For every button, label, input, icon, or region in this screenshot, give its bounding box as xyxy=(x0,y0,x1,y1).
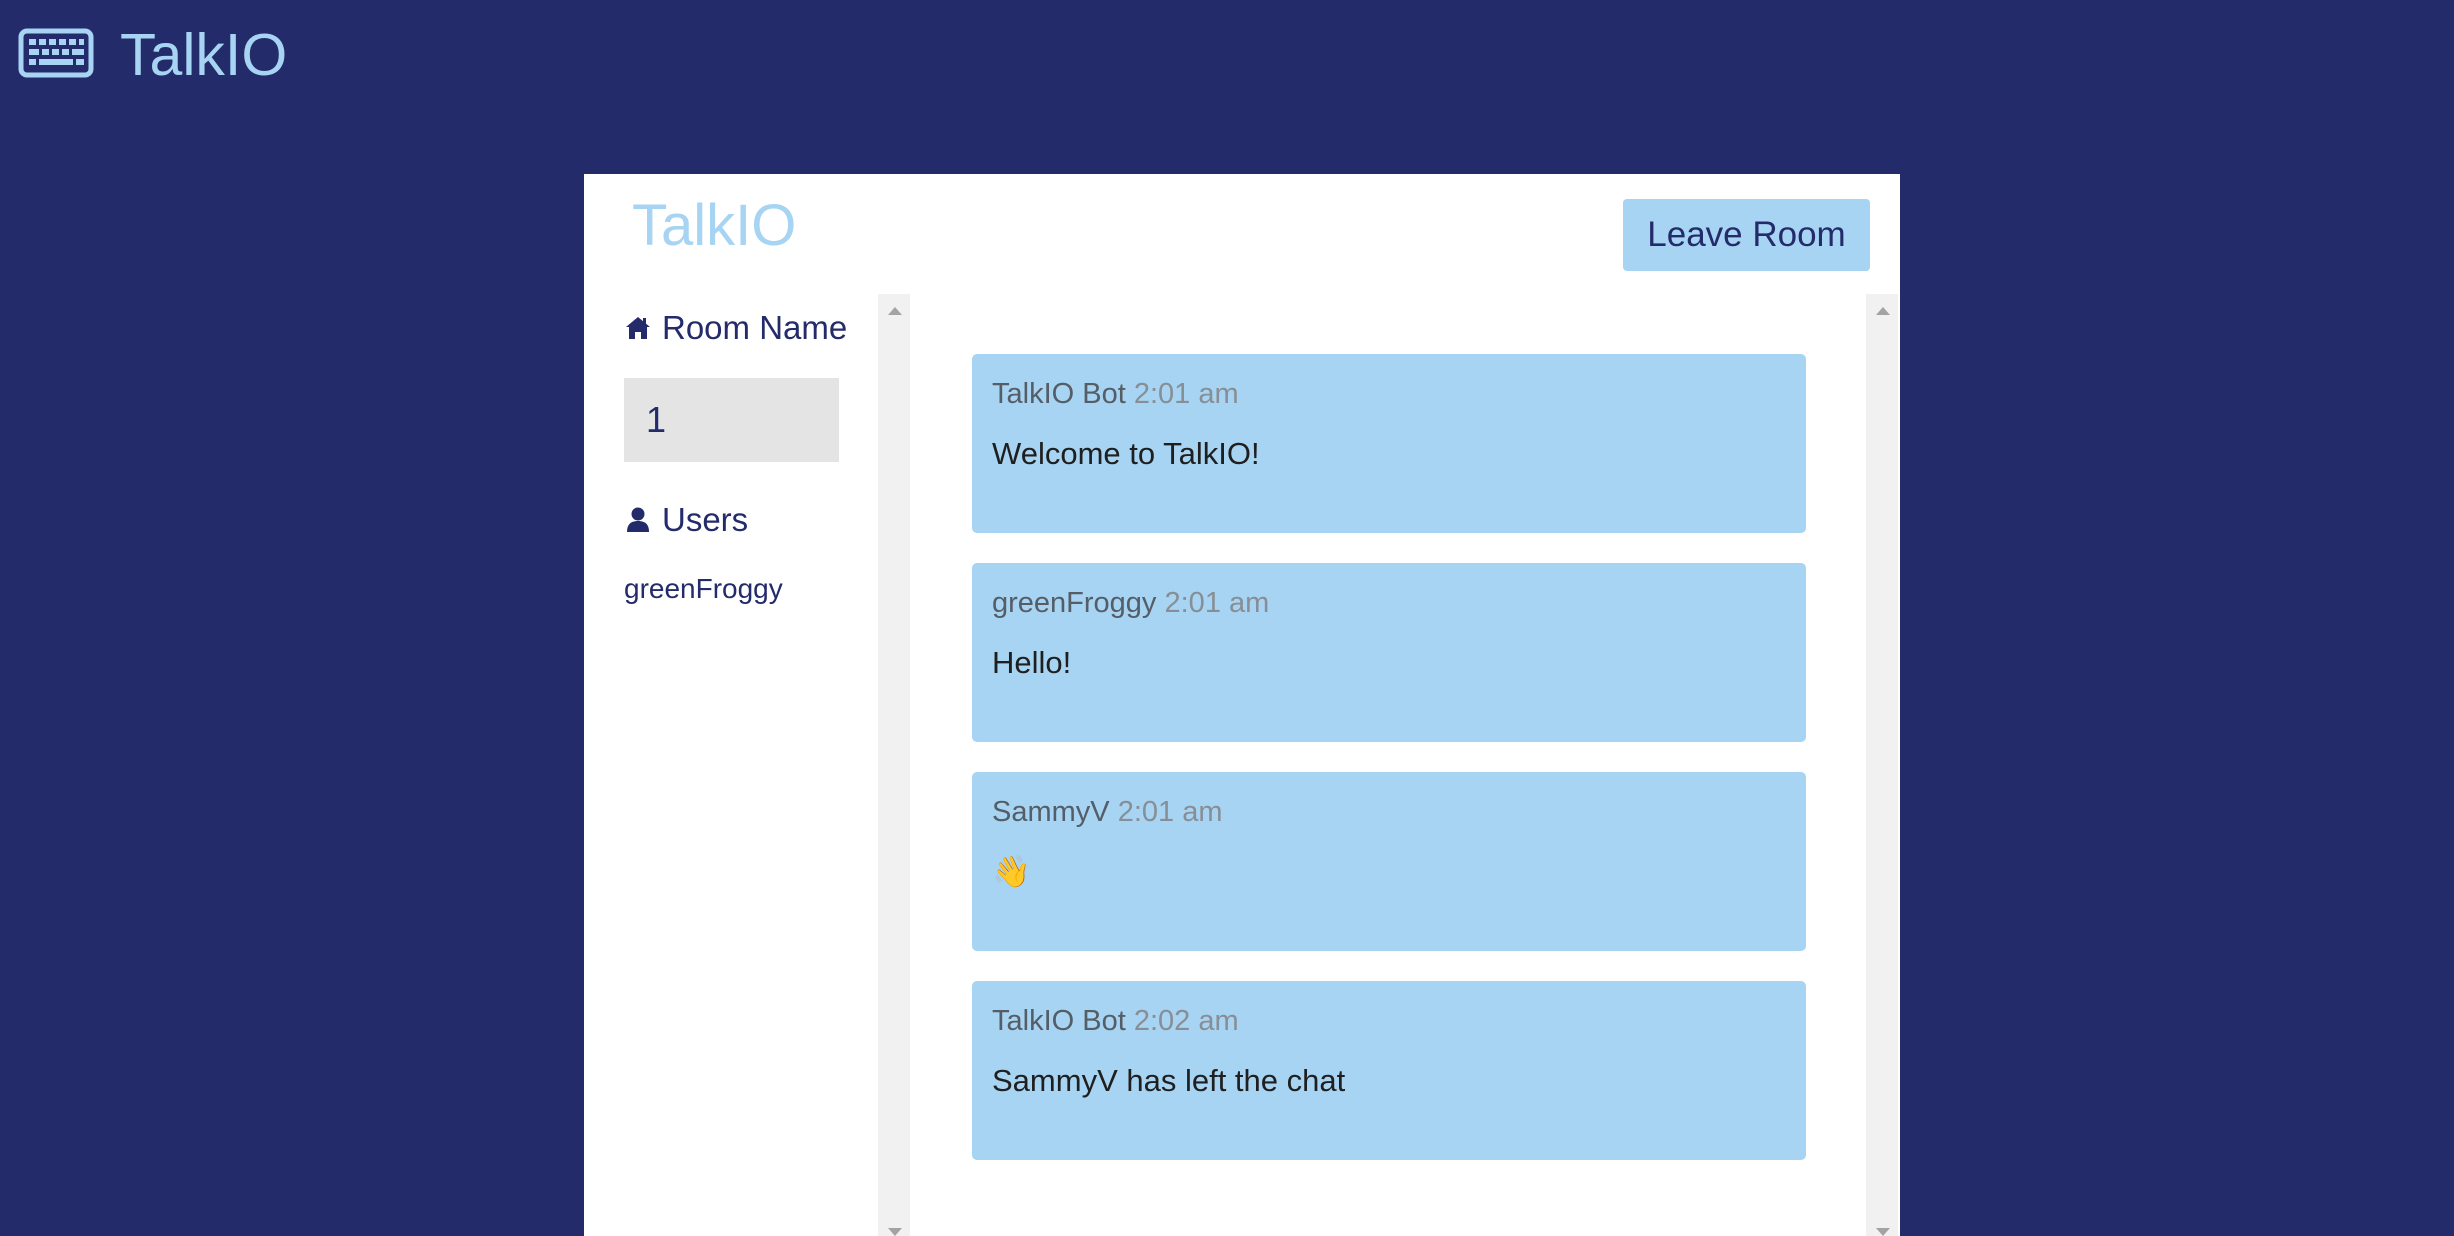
message-card: greenFroggy 2:01 am Hello! xyxy=(972,563,1806,742)
message-author: TalkIO Bot xyxy=(992,1005,1126,1037)
scroll-up-arrow-icon[interactable] xyxy=(1876,307,1890,315)
message-author: TalkIO Bot xyxy=(992,378,1126,410)
message-card: TalkIO Bot 2:02 am SammyV has left the c… xyxy=(972,981,1806,1160)
scroll-down-arrow-icon[interactable] xyxy=(888,1228,902,1236)
message-time: 2:01 am xyxy=(1117,796,1223,828)
messages-scrollbar[interactable] xyxy=(1866,294,1898,1236)
app-brand[interactable]: TalkIO xyxy=(120,20,287,90)
users-heading-label: Users xyxy=(662,501,749,538)
message-author: greenFroggy xyxy=(992,587,1157,619)
message-meta: greenFroggy 2:01 am xyxy=(992,583,1786,623)
user-icon xyxy=(627,507,649,532)
message-list: TalkIO Bot 2:01 am Welcome to TalkIO! gr… xyxy=(972,354,1806,1190)
message-card: TalkIO Bot 2:01 am Welcome to TalkIO! xyxy=(972,354,1806,533)
user-list-item: greenFroggy xyxy=(624,573,783,604)
room-name-value: 1 xyxy=(624,378,839,462)
keyboard-icon xyxy=(18,28,94,78)
message-time: 2:02 am xyxy=(1133,1005,1239,1037)
chat-panel: TalkIO Leave Room Room Name 1 Users gree… xyxy=(584,174,1900,1236)
message-text: 👋 xyxy=(992,854,1031,890)
room-name-heading-label: Room Name xyxy=(662,309,848,346)
message-time: 2:01 am xyxy=(1133,378,1239,410)
message-card: SammyV 2:01 am 👋 xyxy=(972,772,1806,951)
scroll-down-arrow-icon[interactable] xyxy=(1876,1228,1890,1236)
message-meta: SammyV 2:01 am xyxy=(992,792,1786,832)
user-list: greenFroggy xyxy=(624,568,783,610)
room-name-heading: Room Name xyxy=(624,308,847,348)
sidebar-scrollbar[interactable] xyxy=(878,294,910,1236)
message-time: 2:01 am xyxy=(1164,587,1270,619)
message-author: SammyV xyxy=(992,796,1110,828)
panel-title: TalkIO xyxy=(632,193,797,258)
leave-room-button[interactable]: Leave Room xyxy=(1623,199,1870,271)
message-text: Welcome to TalkIO! xyxy=(992,436,1260,471)
scroll-up-arrow-icon[interactable] xyxy=(888,307,902,315)
message-text: SammyV has left the chat xyxy=(992,1063,1346,1098)
message-text: Hello! xyxy=(992,645,1072,680)
message-meta: TalkIO Bot 2:01 am xyxy=(992,374,1786,414)
message-meta: TalkIO Bot 2:02 am xyxy=(992,1001,1786,1041)
users-heading: Users xyxy=(624,500,748,540)
top-bar: TalkIO xyxy=(0,0,2454,110)
home-icon xyxy=(626,317,650,339)
